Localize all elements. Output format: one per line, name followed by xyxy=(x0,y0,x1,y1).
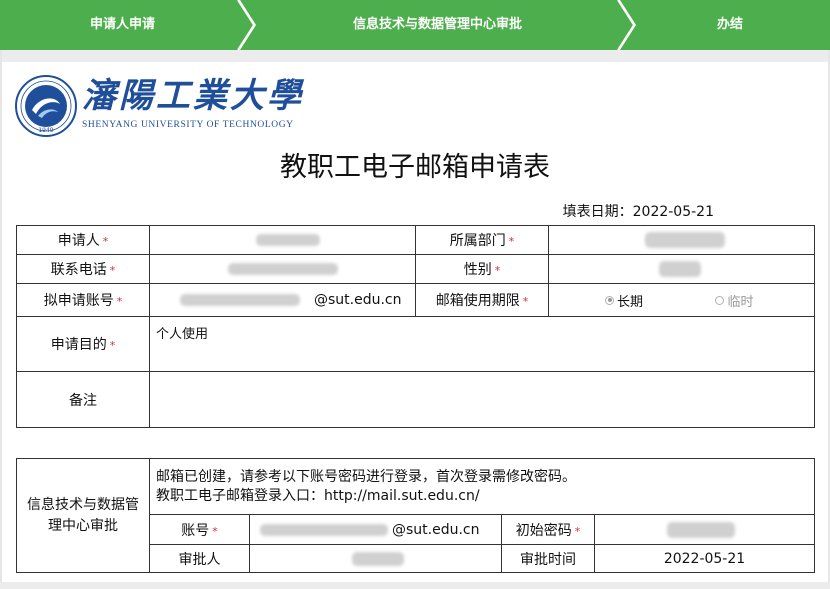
step-apply: 申请人申请 xyxy=(89,17,155,32)
approval-account-label: 账号 * xyxy=(149,514,250,545)
table-row: 拟申请账号 * @sut.edu.cn 邮箱使用期限 * 长期 临时 xyxy=(16,283,815,317)
table-row: 申请人 * 所属部门 * xyxy=(16,225,815,255)
phone-field[interactable] xyxy=(149,254,416,284)
init-password-label: 初始密码 * xyxy=(501,514,595,545)
approve-time-label: 审批时间 xyxy=(501,544,595,573)
account-label: 拟申请账号 * xyxy=(16,283,150,317)
step-done: 办结 xyxy=(716,17,743,32)
university-name-cn: 瀋陽工業大學 xyxy=(82,76,304,116)
purpose-field[interactable]: 个人使用 xyxy=(149,316,815,372)
table-row: 信息技术与数据管理中心审批 邮箱已创建，请参考以下账号密码进行登录，首次登录需修… xyxy=(16,458,815,573)
approval-section-label: 信息技术与数据管理中心审批 xyxy=(16,458,150,573)
approval-note-line2: 教职工电子邮箱登录入口：http://mail.sut.edu.cn/ xyxy=(156,487,480,504)
term-label: 邮箱使用期限 * xyxy=(415,283,549,317)
progress-steps: 申请人申请 信息技术与数据管理中心审批 办结 xyxy=(0,0,830,50)
purpose-label: 申请目的 * xyxy=(16,316,150,372)
fill-date-value: 2022-05-21 xyxy=(632,204,714,220)
gender-label: 性别 * xyxy=(415,254,549,284)
approval-note: 邮箱已创建，请参考以下账号密码进行登录，首次登录需修改密码。 教职工电子邮箱登录… xyxy=(149,458,815,515)
radio-unchecked-icon[interactable] xyxy=(715,295,725,305)
university-name-en: SHENYANG UNIVERSITY OF TECHNOLOGY xyxy=(82,120,294,130)
approval-account-domain: @sut.edu.cn xyxy=(392,521,480,538)
table-row: 备注 xyxy=(16,371,815,428)
remark-label: 备注 xyxy=(16,371,150,428)
term-option-temp[interactable]: 临时 xyxy=(715,291,753,310)
approval-note-line1: 邮箱已创建，请参考以下账号密码进行登录，首次登录需修改密码。 xyxy=(156,468,576,485)
left-border xyxy=(0,50,2,589)
bottom-border xyxy=(0,582,830,589)
table-row: 申请目的 * 个人使用 xyxy=(16,316,815,372)
application-form-table: 申请人 * 所属部门 * 联系电话 * 性别 * 拟申请账号 * @sut.edu.cn … xyxy=(16,225,815,428)
step-review: 信息技术与数据管理中心审批 xyxy=(352,17,522,32)
account-field[interactable]: @sut.edu.cn xyxy=(149,283,416,317)
term-option-long[interactable]: 长期 xyxy=(605,291,643,310)
approver-field xyxy=(249,544,502,573)
header-separator xyxy=(0,50,830,62)
applicant-field[interactable] xyxy=(149,225,416,255)
term-field: 长期 临时 xyxy=(548,283,815,317)
university-seal-icon: 1949 xyxy=(15,75,77,137)
remark-field[interactable] xyxy=(149,371,815,428)
approver-label: 审批人 xyxy=(149,544,250,573)
radio-checked-icon[interactable] xyxy=(605,295,614,305)
applicant-label: 申请人 * xyxy=(16,225,150,255)
init-password-field xyxy=(594,514,815,545)
fill-date: 填表日期：2022-05-21 xyxy=(563,201,714,221)
approval-table: 信息技术与数据管理中心审批 邮箱已创建，请参考以下账号密码进行登录，首次登录需修… xyxy=(16,458,815,573)
fill-date-label: 填表日期： xyxy=(562,204,633,220)
department-label: 所属部门 * xyxy=(415,225,549,255)
table-row: 联系电话 * 性别 * xyxy=(16,254,815,284)
account-domain: @sut.edu.cn xyxy=(314,292,402,308)
approve-time-value: 2022-05-21 xyxy=(594,544,815,573)
form-title: 教职工电子邮箱申请表 xyxy=(280,152,550,183)
svg-text:1949: 1949 xyxy=(38,127,53,134)
phone-label: 联系电话 * xyxy=(16,254,150,284)
department-field[interactable] xyxy=(548,225,815,255)
gender-field[interactable] xyxy=(548,254,815,284)
approval-account-field: @sut.edu.cn xyxy=(249,514,502,545)
